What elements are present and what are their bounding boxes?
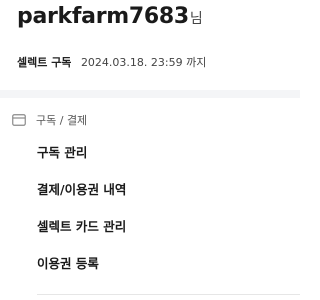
account-page: parkfarm7683님 셀렉트 구독 2024.03.18. 23:59 까… xyxy=(0,0,300,300)
card-icon xyxy=(12,114,26,126)
menu-item-subscription-management[interactable]: 구독 관리 xyxy=(37,142,126,179)
subscription-expiry: 2024.03.18. 23:59 까지 xyxy=(80,56,207,69)
profile-header: parkfarm7683님 xyxy=(17,4,203,29)
section-label: 구독 / 결제 xyxy=(36,114,88,127)
menu-item-select-card-management[interactable]: 셀렉트 카드 관리 xyxy=(37,216,126,253)
subscription-plan: 셀렉트 구독 xyxy=(17,56,72,69)
list-divider xyxy=(37,294,300,295)
subscription-menu: 구독 관리 결제/이용권 내역 셀렉트 카드 관리 이용권 등록 xyxy=(37,142,126,290)
menu-item-payment-history[interactable]: 결제/이용권 내역 xyxy=(37,179,126,216)
menu-item-voucher-registration[interactable]: 이용권 등록 xyxy=(37,253,126,290)
subscription-status: 셀렉트 구독 2024.03.18. 23:59 까지 xyxy=(17,54,206,70)
section-divider xyxy=(0,90,300,98)
honorific: 님 xyxy=(189,11,203,27)
section-header-subscription-payment: 구독 / 결제 xyxy=(12,112,87,128)
username: parkfarm7683 xyxy=(17,4,189,29)
